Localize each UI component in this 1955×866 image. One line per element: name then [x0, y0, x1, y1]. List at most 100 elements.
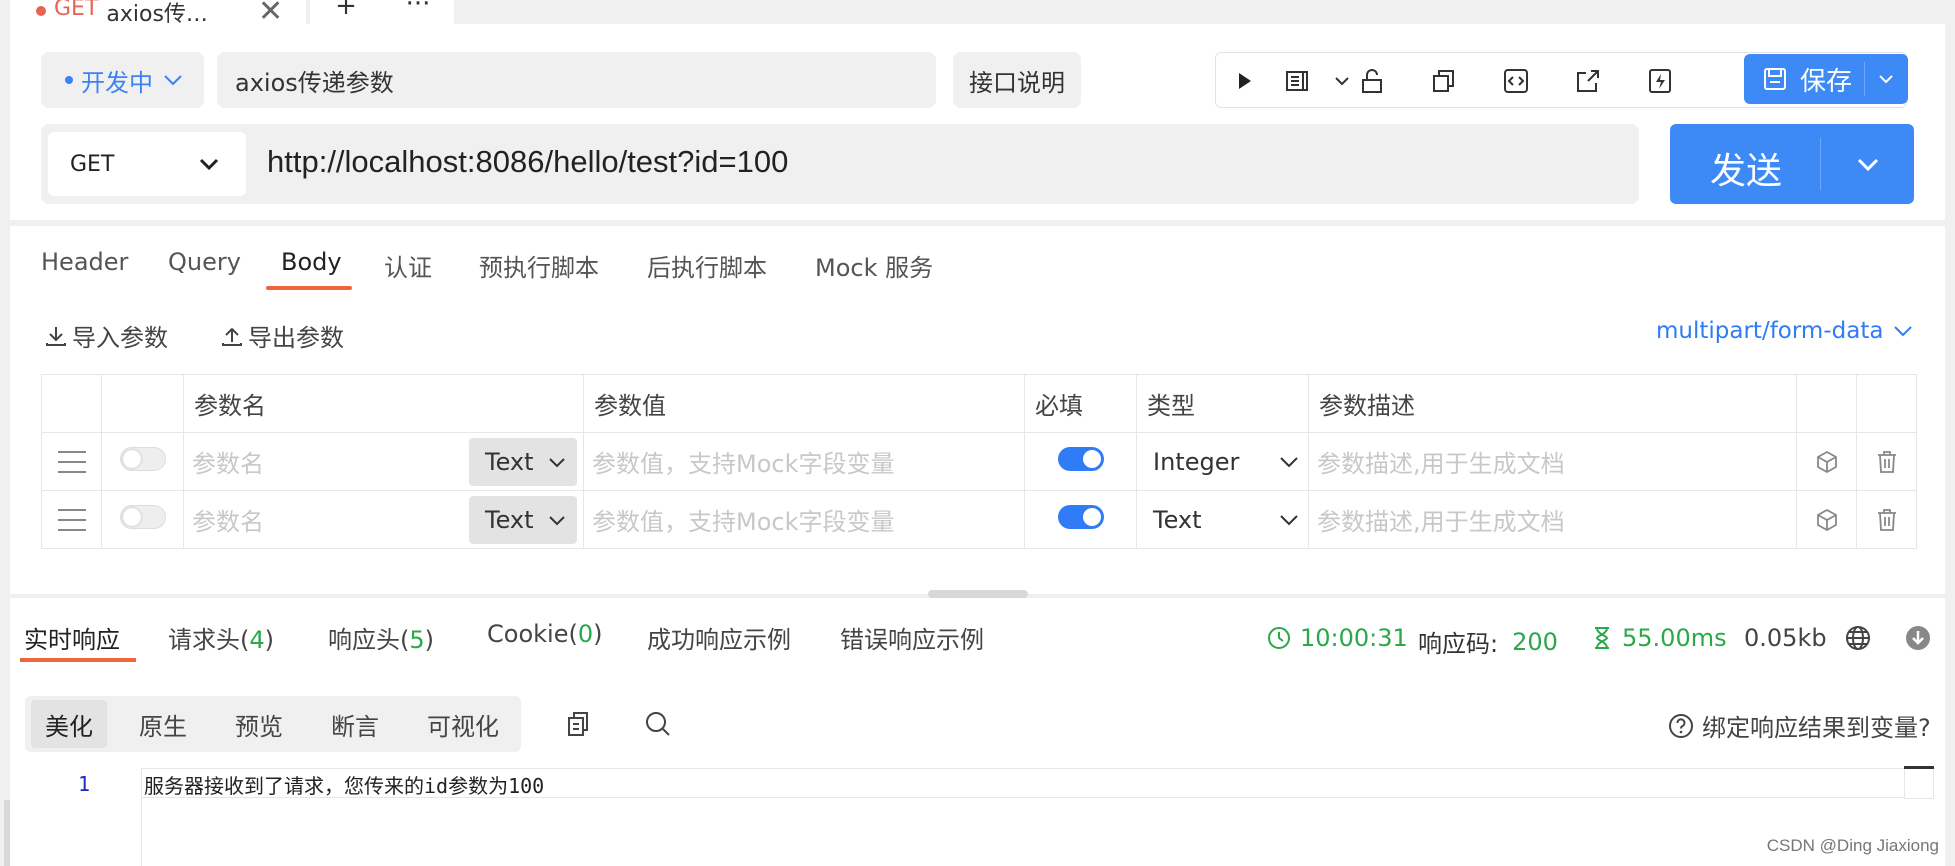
chevron-down-icon	[199, 158, 219, 171]
enable-toggle[interactable]	[119, 504, 166, 529]
chevron-down-icon[interactable]	[1332, 67, 1352, 95]
type-select[interactable]: Integer	[1153, 448, 1239, 476]
param-name-input[interactable]: 参数名	[192, 450, 264, 478]
chevron-down-icon	[1280, 457, 1298, 468]
view-pretty-button[interactable]: 美化	[31, 700, 107, 748]
url-input[interactable]: http://localhost:8086/hello/test?id=100	[267, 144, 788, 180]
method-select[interactable]: GET	[48, 132, 246, 196]
import-params-button[interactable]: 导入参数	[44, 318, 168, 353]
panel-resize-handle[interactable]	[928, 590, 1028, 598]
param-value-input[interactable]: 参数值，支持Mock字段变量	[592, 508, 894, 536]
chevron-down-icon	[549, 516, 565, 526]
send-button[interactable]: 发送	[1670, 124, 1914, 204]
tab-mock[interactable]: Mock 服务	[815, 248, 933, 283]
view-raw-button[interactable]: 原生	[125, 700, 201, 748]
download-icon[interactable]	[1904, 624, 1932, 652]
cube-icon[interactable]	[1814, 449, 1840, 475]
trash-icon[interactable]	[1874, 507, 1900, 533]
code-icon[interactable]	[1502, 67, 1530, 95]
header-description: 参数描述	[1308, 374, 1797, 433]
divider	[1820, 138, 1821, 190]
response-code-label: 响应码:	[1418, 630, 1499, 658]
header-required: 必填	[1024, 374, 1137, 433]
status-select[interactable]: 开发中	[41, 52, 204, 108]
response-headers-close: )	[424, 626, 435, 654]
tab-pre-script[interactable]: 预执行脚本	[479, 248, 599, 283]
export-params-button[interactable]: 导出参数	[220, 318, 344, 353]
header-enable	[101, 374, 184, 433]
header-value: 参数值	[583, 374, 1025, 433]
tab-body[interactable]: Body	[281, 248, 342, 276]
chevron-down-icon[interactable]	[1876, 69, 1896, 89]
help-icon	[1669, 713, 1693, 738]
header-type: 类型	[1136, 374, 1309, 433]
enable-toggle[interactable]	[119, 446, 166, 471]
globe-icon[interactable]	[1844, 624, 1872, 652]
header-name: 参数名	[183, 374, 584, 433]
active-tab-indicator	[266, 286, 352, 290]
chevron-down-icon[interactable]	[1854, 150, 1882, 178]
chevron-down-icon	[1894, 326, 1913, 337]
request-headers-close: )	[264, 626, 275, 654]
copy-icon[interactable]	[565, 710, 591, 738]
api-name-input[interactable]: axios传递参数	[217, 52, 936, 108]
response-size: 0.05kb	[1744, 624, 1827, 652]
drag-handle-icon[interactable]	[57, 450, 86, 473]
header-drag	[41, 374, 102, 433]
value-type-select[interactable]: Text	[469, 438, 577, 486]
tab-success-example[interactable]: 成功响应示例	[647, 620, 791, 655]
param-name-input[interactable]: 参数名	[192, 508, 264, 536]
copy-icon[interactable]	[1430, 67, 1458, 95]
chevron-down-icon	[549, 458, 565, 468]
type-select[interactable]: Text	[1153, 506, 1202, 534]
flash-icon[interactable]	[1646, 67, 1674, 95]
save-icon	[1764, 68, 1786, 90]
content-type-select[interactable]: multipart/form-data	[1656, 318, 1915, 344]
required-toggle[interactable]	[1057, 504, 1104, 529]
tab-method: GET	[54, 0, 99, 21]
upload-icon	[222, 327, 242, 346]
tab-auth[interactable]: 认证	[384, 248, 432, 283]
view-assert-button[interactable]: 断言	[317, 700, 393, 748]
tab-realtime-response[interactable]: 实时响应	[24, 620, 120, 655]
tab-query[interactable]: Query	[168, 248, 241, 276]
tab-header[interactable]: Header	[41, 248, 128, 276]
tab-cookie[interactable]: Cookie(0)	[487, 620, 602, 648]
search-icon[interactable]	[644, 710, 672, 738]
table-row: 参数名 Text 参数值，支持Mock字段变量 Text 参数描述,用于生成文档	[41, 490, 1917, 549]
param-desc-input[interactable]: 参数描述,用于生成文档	[1317, 508, 1565, 536]
tab-response-headers[interactable]: 响应头(5)	[328, 620, 434, 655]
tab-response-headers-label: 响应头(	[328, 626, 410, 654]
view-preview-button[interactable]: 预览	[221, 700, 297, 748]
save-button[interactable]: 保存	[1744, 54, 1908, 104]
tab-request-headers[interactable]: 请求头(4)	[168, 620, 274, 655]
required-toggle[interactable]	[1057, 446, 1104, 471]
tab-error-example[interactable]: 错误响应示例	[840, 620, 984, 655]
save-label: 保存	[1800, 66, 1853, 97]
param-value-input[interactable]: 参数值，支持Mock字段变量	[592, 450, 894, 478]
unlock-icon[interactable]	[1358, 67, 1386, 95]
share-icon[interactable]	[1574, 67, 1602, 95]
view-visualize-button[interactable]: 可视化	[413, 700, 513, 748]
response-headers-count: 5	[409, 626, 425, 654]
run-icon[interactable]	[1230, 67, 1258, 95]
unsaved-dot	[36, 6, 46, 16]
response-duration: 55.00ms	[1590, 624, 1727, 652]
request-tab[interactable]: GET axios传… ✕	[10, 0, 306, 29]
drag-handle-icon[interactable]	[57, 508, 86, 531]
view-mode-bar: 美化 原生 预览 断言 可视化	[25, 696, 521, 752]
response-time: 10:00:31	[1266, 624, 1408, 652]
param-desc-input[interactable]: 参数描述,用于生成文档	[1317, 450, 1565, 478]
tab-post-script[interactable]: 后执行脚本	[647, 248, 767, 283]
status-label: 开发中	[81, 68, 153, 97]
table-header-row: 参数名 参数值 必填 类型 参数描述	[41, 374, 1917, 433]
value-type-label: Text	[485, 448, 534, 476]
api-description-button[interactable]: 接口说明	[953, 52, 1081, 108]
import-label: 导入参数	[72, 324, 168, 352]
doc-view-icon[interactable]	[1284, 67, 1312, 95]
bind-response-variable[interactable]: 绑定响应结果到变量?	[1668, 708, 1931, 743]
hourglass-icon	[1595, 627, 1609, 649]
trash-icon[interactable]	[1874, 449, 1900, 475]
value-type-select[interactable]: Text	[469, 496, 577, 544]
cube-icon[interactable]	[1814, 507, 1840, 533]
